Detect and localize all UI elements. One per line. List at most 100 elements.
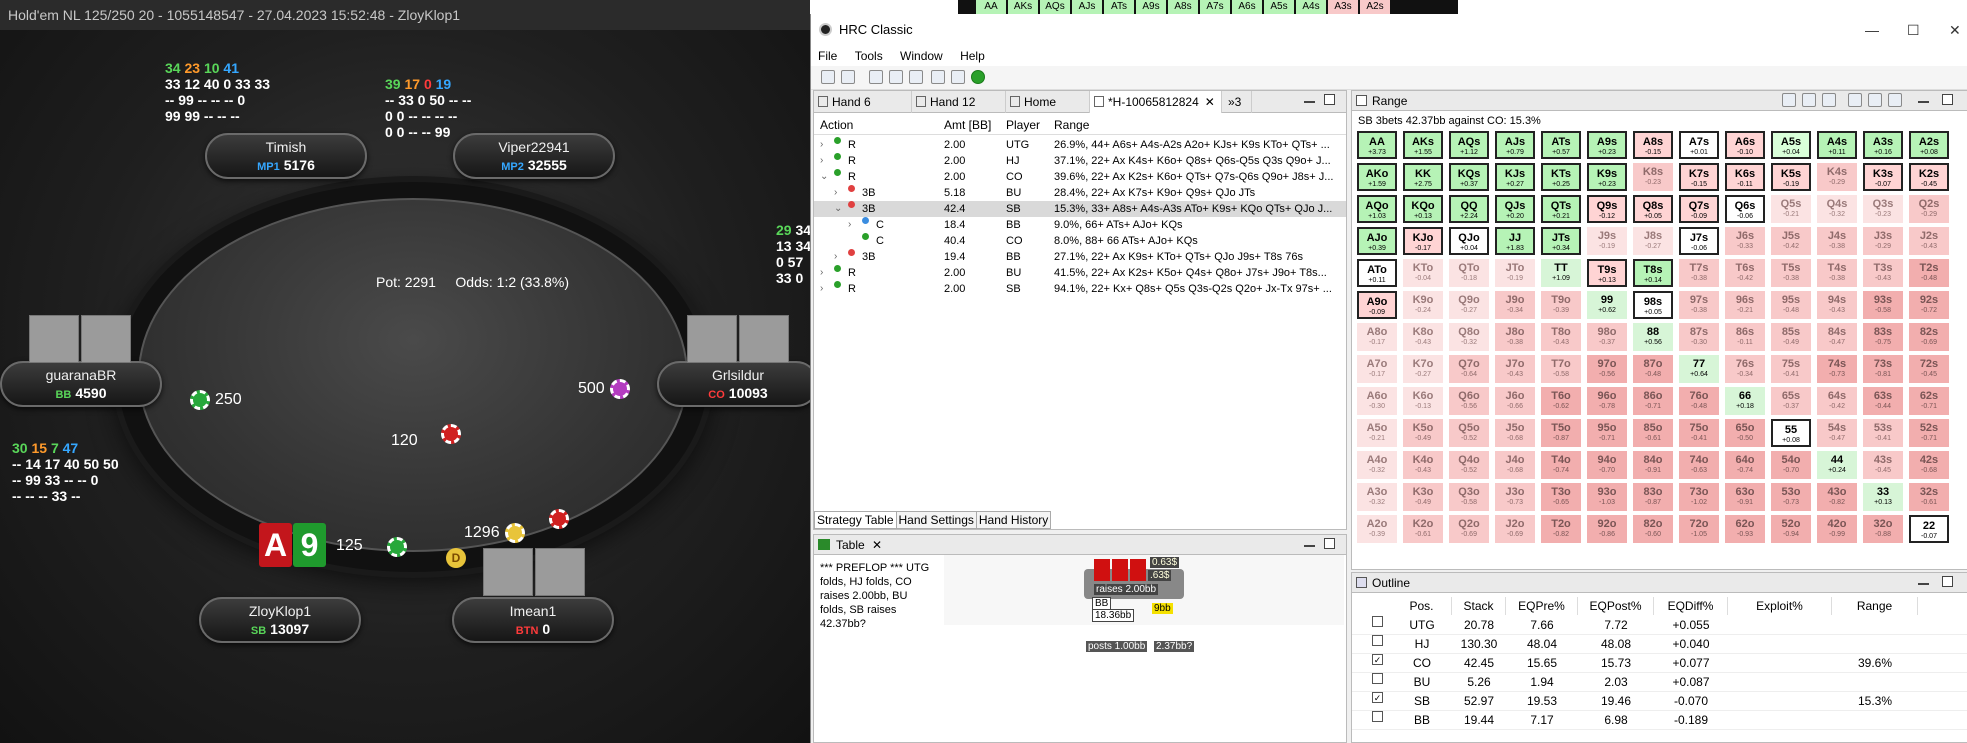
tab-overflow[interactable]: »3	[1222, 91, 1252, 113]
range-cell[interactable]: J7o -0.43	[1495, 355, 1535, 383]
hud-stats-guarana[interactable]: 30 15 7 47 -- 14 17 40 50 50 -- 99 33 --…	[12, 440, 119, 504]
range-cell[interactable]: K5s -0.19	[1771, 163, 1811, 191]
range-cell[interactable]: T8s +0.14	[1633, 259, 1673, 287]
range-cell[interactable]: 72o -1.05	[1679, 515, 1719, 543]
action-row[interactable]: › 3B 19.4 BB 27.1%, 22+ Ax K9s+ KTo+ QTs+ QJ…	[814, 249, 1346, 265]
range-cell[interactable]: 64o -0.74	[1725, 451, 1765, 479]
range-cell[interactable]: K5o -0.49	[1403, 419, 1443, 447]
color-mode-icon[interactable]	[1868, 93, 1882, 107]
range-cell[interactable]: AQs +1.12	[1449, 131, 1489, 159]
range-cell[interactable]: T9s +0.13	[1587, 259, 1627, 287]
tab-home[interactable]: Home	[1006, 91, 1090, 113]
range-cell[interactable]: T2o -0.82	[1541, 515, 1581, 543]
range-cell[interactable]: A2o -0.39	[1357, 515, 1397, 543]
range-cell[interactable]: Q7o -0.64	[1449, 355, 1489, 383]
pane-maximize-icon[interactable]	[1324, 94, 1335, 105]
pane-minimize-icon[interactable]	[1304, 545, 1315, 547]
range-cell[interactable]: T6o -0.62	[1541, 387, 1581, 415]
range-cell[interactable]: 74o -0.63	[1679, 451, 1719, 479]
range-cell[interactable]: A4o -0.32	[1357, 451, 1397, 479]
seat-viper[interactable]: Viper22941 MP2 32555	[453, 133, 615, 179]
range-cell[interactable]: A7o -0.17	[1357, 355, 1397, 383]
range-cell[interactable]: 33 +0.13	[1863, 483, 1903, 511]
range-cell[interactable]: Q3o -0.58	[1449, 483, 1489, 511]
range-cell[interactable]: 86s -0.11	[1725, 323, 1765, 351]
range-cell[interactable]: J5s -0.42	[1771, 227, 1811, 255]
range-cell[interactable]: J4o -0.68	[1495, 451, 1535, 479]
range-cell[interactable]: A2s +0.08	[1909, 131, 1949, 159]
range-cell[interactable]: 86o -0.71	[1633, 387, 1673, 415]
range-cell[interactable]: T2s -0.48	[1909, 259, 1949, 287]
range-cell[interactable]: ATo +0.11	[1357, 259, 1397, 287]
pane-maximize-icon[interactable]	[1942, 576, 1953, 587]
action-row[interactable]: › R 2.00 SB 94.1%, 22+ Kx+ Q8s+ Q5s Q3s-Q2s …	[814, 281, 1346, 297]
range-cell[interactable]: A5o -0.21	[1357, 419, 1397, 447]
row-checkbox[interactable]	[1372, 673, 1383, 684]
hud-stats-timish[interactable]: 34 23 10 41 33 12 40 0 33 33 -- 99 -- --…	[165, 60, 270, 124]
close-tab-icon[interactable]: ✕	[1205, 95, 1215, 109]
range-cell[interactable]: 62o -0.93	[1725, 515, 1765, 543]
range-cell[interactable]: T6s -0.42	[1725, 259, 1765, 287]
seat-zloy[interactable]: ZloyKlop1 SB 13097	[199, 597, 361, 643]
range-cell[interactable]: 96o -0.78	[1587, 387, 1627, 415]
seat-grlsildur[interactable]: Grlsildur CO 10093	[657, 361, 810, 407]
range-cell[interactable]: K4o -0.43	[1403, 451, 1443, 479]
pane-minimize-icon[interactable]	[1918, 583, 1929, 585]
range-cell[interactable]: K7o -0.27	[1403, 355, 1443, 383]
range-cell[interactable]: 54s -0.47	[1817, 419, 1857, 447]
expand-icon[interactable]: ›	[820, 153, 823, 169]
range-cell[interactable]: J6s -0.33	[1725, 227, 1765, 255]
expand-icon[interactable]: ›	[848, 217, 851, 233]
action-row[interactable]: › R 2.00 BU 41.5%, 22+ Ax K2s+ K5o+ Q4s+ Q8o…	[814, 265, 1346, 281]
action-row[interactable]: › C 18.4 BB 9.0%, 66+ ATs+ AJo+ KQs	[814, 217, 1346, 233]
range-cell[interactable]: 63o -0.91	[1725, 483, 1765, 511]
range-cell[interactable]: A6o -0.30	[1357, 387, 1397, 415]
range-cell[interactable]: QJs +0.20	[1495, 195, 1535, 223]
col-exploit[interactable]: Exploit%	[1728, 597, 1832, 615]
range-cell[interactable]: 52s -0.71	[1909, 419, 1949, 447]
range-cell[interactable]: ATs +0.57	[1541, 131, 1581, 159]
menu-tools[interactable]: Tools	[848, 46, 890, 66]
range-cell[interactable]: 96s -0.21	[1725, 291, 1765, 319]
range-cell[interactable]: Q9s -0.12	[1587, 195, 1627, 223]
range-cell[interactable]: 98s +0.05	[1633, 291, 1673, 319]
range-cell[interactable]: 99 +0.62	[1587, 291, 1627, 319]
range-cell[interactable]: 55 +0.08	[1771, 419, 1811, 447]
range-cell[interactable]: 65o -0.50	[1725, 419, 1765, 447]
range-cell[interactable]: 93s -0.58	[1863, 291, 1903, 319]
range-cell[interactable]: T5o -0.87	[1541, 419, 1581, 447]
range-cell[interactable]: K9s +0.23	[1587, 163, 1627, 191]
range-cell[interactable]: T7s -0.38	[1679, 259, 1719, 287]
range-cell[interactable]: A8o -0.17	[1357, 323, 1397, 351]
seat-guarana[interactable]: guaranaBR BB 4590	[0, 361, 162, 407]
col-range[interactable]: Range	[1832, 597, 1918, 615]
menu-file[interactable]: File	[811, 46, 844, 66]
range-cell[interactable]: 52o -0.94	[1771, 515, 1811, 543]
hud-stats-viper[interactable]: 39 17 0 19 -- 33 0 50 -- -- 0 0 -- -- --…	[385, 76, 471, 140]
range-cell[interactable]: Q4s -0.32	[1817, 195, 1857, 223]
pane-minimize-icon[interactable]	[1918, 101, 1929, 103]
range-cell[interactable]: JJ +1.83	[1495, 227, 1535, 255]
row-checkbox[interactable]: ✓	[1372, 654, 1383, 665]
range-cell[interactable]: J2o -0.69	[1495, 515, 1535, 543]
col-stack[interactable]: Stack	[1452, 597, 1506, 615]
range-cell[interactable]: J8o -0.38	[1495, 323, 1535, 351]
range-cell[interactable]: KQo +0.13	[1403, 195, 1443, 223]
range-cell[interactable]: 32s -0.61	[1909, 483, 1949, 511]
action-row[interactable]: › R 2.00 HJ 37.1%, 22+ Ax K4s+ K6o+ Q8s+ Q6s…	[814, 153, 1346, 169]
expand-icon[interactable]: ›	[834, 185, 837, 201]
range-cell[interactable]: AA +3.73	[1357, 131, 1397, 159]
row-checkbox[interactable]: ✓	[1372, 692, 1383, 703]
range-cell[interactable]: QJo +0.04	[1449, 227, 1489, 255]
range-cell[interactable]: T9o -0.39	[1541, 291, 1581, 319]
range-cell[interactable]: K3s -0.07	[1863, 163, 1903, 191]
row-checkbox[interactable]	[1372, 635, 1383, 646]
minimize-icon[interactable]: —	[1865, 14, 1879, 46]
tab-hand-settings[interactable]: Hand Settings	[895, 511, 977, 529]
expand-icon[interactable]: ›	[834, 249, 837, 265]
range-cell[interactable]: 42s -0.68	[1909, 451, 1949, 479]
tab-current-hand[interactable]: *H-10065812824 ✕	[1090, 91, 1222, 113]
range-cell[interactable]: 97s -0.38	[1679, 291, 1719, 319]
range-cell[interactable]: QTs +0.21	[1541, 195, 1581, 223]
range-cell[interactable]: Q3s -0.23	[1863, 195, 1903, 223]
